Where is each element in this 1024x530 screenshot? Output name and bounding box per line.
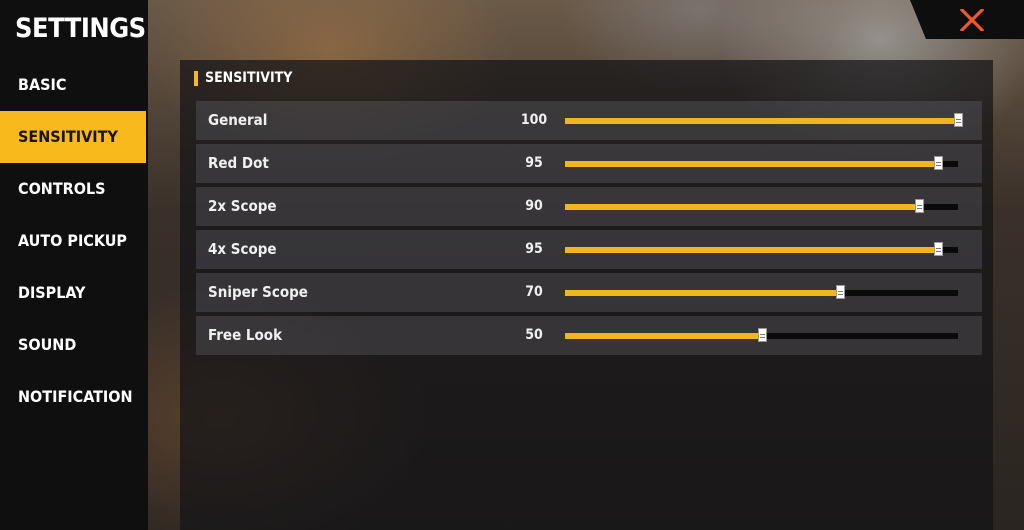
slider-fill [565,118,958,124]
row-value: 95 [525,241,543,257]
row-value: 95 [525,155,543,171]
close-icon [960,9,984,31]
menu-item-notification[interactable]: NOTIFICATION [0,371,148,423]
sensitivity-row-4x-scope: 4x Scope 95 [196,230,982,269]
sensitivity-row-red-dot: Red Dot 95 [196,144,982,183]
close-button[interactable] [910,0,1024,39]
slider-fill [565,247,939,253]
settings-title: SETTINGS [15,13,146,44]
slider-fill [565,204,919,210]
row-value: 90 [525,198,543,214]
sidebar: SETTINGS BASIC SENSITIVITY CONTROLS AUTO… [0,0,148,530]
menu-item-basic[interactable]: BASIC [0,59,148,111]
sensitivity-panel: SENSITIVITY General 100 Red Dot 95 2x Sc… [180,60,993,530]
row-value: 70 [525,284,543,300]
header-accent-bar [194,70,198,86]
menu-item-controls[interactable]: CONTROLS [0,163,148,215]
menu-item-sensitivity[interactable]: SENSITIVITY [0,111,146,163]
row-label: Free Look [208,326,283,344]
sensitivity-row-general: General 100 [196,101,982,140]
4x-scope-slider[interactable] [565,242,958,256]
row-label: General [208,111,268,129]
sniper-scope-slider[interactable] [565,285,958,299]
menu-item-display[interactable]: DISPLAY [0,267,148,319]
row-label: Sniper Scope [208,283,308,301]
sensitivity-row-sniper-scope: Sniper Scope 70 [196,273,982,312]
slider-fill [565,290,841,296]
2x-scope-slider[interactable] [565,199,958,213]
slider-fill [565,161,939,167]
sensitivity-rows: General 100 Red Dot 95 2x Scope 90 4x Sc… [196,101,982,359]
slider-thumb[interactable] [934,156,944,170]
sensitivity-row-2x-scope: 2x Scope 90 [196,187,982,226]
sensitivity-row-free-look: Free Look 50 [196,316,982,355]
slider-thumb[interactable] [934,242,944,256]
row-value: 100 [520,112,548,128]
panel-header: SENSITIVITY [194,69,292,87]
row-label: 2x Scope [208,197,277,215]
menu-item-sound[interactable]: SOUND [0,319,148,371]
slider-thumb[interactable] [757,328,767,342]
panel-title: SENSITIVITY [205,70,293,86]
slider-thumb[interactable] [914,199,924,213]
row-label: 4x Scope [208,240,277,258]
row-value: 50 [525,327,543,343]
slider-fill [565,333,762,339]
slider-thumb[interactable] [954,113,963,127]
red-dot-slider[interactable] [565,156,958,170]
free-look-slider[interactable] [565,328,958,342]
settings-menu: BASIC SENSITIVITY CONTROLS AUTO PICKUP D… [0,59,148,423]
general-slider[interactable] [565,113,963,127]
row-label: Red Dot [208,154,269,172]
slider-thumb[interactable] [836,285,846,299]
menu-item-auto-pickup[interactable]: AUTO PICKUP [0,215,148,267]
